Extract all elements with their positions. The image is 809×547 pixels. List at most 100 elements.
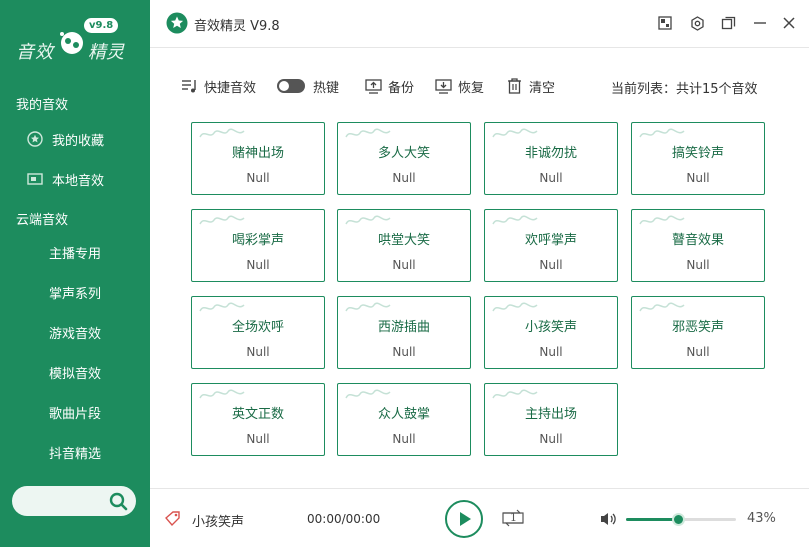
sound-card[interactable]: 小孩笑声 Null bbox=[484, 296, 618, 369]
clear-label: 清空 bbox=[529, 80, 556, 96]
cloud-watermark-icon bbox=[199, 128, 245, 138]
search-icon[interactable] bbox=[108, 491, 128, 511]
sound-hotkey: Null bbox=[246, 345, 270, 359]
cloud-watermark-icon bbox=[492, 128, 538, 138]
sound-hotkey: Null bbox=[539, 432, 563, 446]
playlist-icon bbox=[180, 77, 198, 95]
sound-hotkey: Null bbox=[392, 432, 416, 446]
play-icon bbox=[460, 512, 471, 526]
mini-mode-button[interactable] bbox=[719, 14, 737, 32]
shortcut-sounds-button[interactable]: 快捷音效 bbox=[180, 76, 256, 96]
clear-button[interactable]: 清空 bbox=[505, 76, 555, 96]
sound-name: 英文正数 bbox=[231, 407, 284, 422]
sidebar-item-simulated[interactable]: 模拟音效 bbox=[49, 363, 101, 382]
sidebar-item-local[interactable]: 本地音效 bbox=[0, 161, 150, 197]
sound-card[interactable]: 全场欢呼 Null bbox=[191, 296, 325, 369]
sound-name: 主持出场 bbox=[524, 407, 577, 422]
sound-card[interactable]: 多人大笑 Null bbox=[337, 122, 471, 195]
sidebar-item-favorites[interactable]: 我的收藏 bbox=[0, 121, 150, 157]
sound-hotkey: Null bbox=[539, 258, 563, 272]
cloud-watermark-icon bbox=[492, 302, 538, 312]
sidebar-item-game[interactable]: 游戏音效 bbox=[49, 323, 101, 342]
sound-card[interactable]: 西游插曲 Null bbox=[337, 296, 471, 369]
sound-card[interactable]: 非诚勿扰 Null bbox=[484, 122, 618, 195]
shortcut-sounds-label: 快捷音效 bbox=[204, 80, 257, 96]
sound-card[interactable]: 众人鼓掌 Null bbox=[337, 383, 471, 456]
section-my-sounds: 我的音效 bbox=[16, 98, 69, 113]
star-icon bbox=[26, 130, 44, 148]
sound-name: 邪恶笑声 bbox=[671, 320, 724, 335]
minimize-button[interactable] bbox=[751, 14, 769, 32]
minimize-icon bbox=[754, 22, 766, 24]
logo-mark-icon bbox=[60, 32, 83, 54]
sound-card[interactable]: 邪恶笑声 Null bbox=[631, 296, 765, 369]
sound-hotkey: Null bbox=[392, 171, 416, 185]
app-logo: 音效 精灵 v9.8 bbox=[14, 18, 136, 63]
sidebar-item-streamer[interactable]: 主播专用 bbox=[49, 243, 101, 262]
sound-card[interactable]: 欢呼掌声 Null bbox=[484, 209, 618, 282]
sidebar-item-applause[interactable]: 掌声系列 bbox=[49, 283, 101, 302]
cloud-watermark-icon bbox=[639, 215, 685, 225]
hotkey-toggle[interactable]: 热键 bbox=[277, 76, 339, 96]
section-cloud-sounds: 云端音效 bbox=[16, 213, 69, 228]
sound-card[interactable]: 赌神出场 Null bbox=[191, 122, 325, 195]
cloud-watermark-icon bbox=[199, 215, 245, 225]
backup-button[interactable]: 备份 bbox=[364, 76, 414, 96]
volume-icon[interactable] bbox=[599, 510, 617, 528]
restore-button[interactable]: 恢复 bbox=[434, 76, 484, 96]
sound-name: 搞笑铃声 bbox=[671, 146, 724, 161]
player-bar: 小孩笑声 00:00/00:00 1 43% bbox=[150, 488, 809, 547]
sound-hotkey: Null bbox=[392, 345, 416, 359]
sound-card[interactable]: 主持出场 Null bbox=[484, 383, 618, 456]
sound-hotkey: Null bbox=[686, 258, 710, 272]
cloud-watermark-icon bbox=[199, 389, 245, 399]
cloud-watermark-icon bbox=[199, 302, 245, 312]
restore-label: 恢复 bbox=[458, 80, 485, 96]
sidebar-item-douyin[interactable]: 抖音精选 bbox=[49, 443, 101, 462]
sound-hotkey: Null bbox=[539, 345, 563, 359]
skin-button[interactable] bbox=[656, 14, 674, 32]
settings-button[interactable] bbox=[688, 14, 706, 32]
volume-slider[interactable] bbox=[626, 513, 736, 526]
playback-time: 00:00/00:00 bbox=[307, 512, 381, 526]
sound-name: 哄堂大笑 bbox=[377, 233, 430, 248]
sound-hotkey: Null bbox=[686, 345, 710, 359]
sound-name: 众人鼓掌 bbox=[377, 407, 430, 422]
sound-tag-icon bbox=[165, 511, 180, 527]
sound-card[interactable]: 喝彩掌声 Null bbox=[191, 209, 325, 282]
sound-card[interactable]: 搞笑铃声 Null bbox=[631, 122, 765, 195]
sound-hotkey: Null bbox=[246, 258, 270, 272]
volume-percent: 43% bbox=[747, 511, 776, 526]
sound-hotkey: Null bbox=[686, 171, 710, 185]
loop-mode-button[interactable]: 1 bbox=[500, 506, 526, 530]
sound-card[interactable]: 英文正数 Null bbox=[191, 383, 325, 456]
sound-name: 非诚勿扰 bbox=[524, 146, 577, 161]
cloud-watermark-icon bbox=[492, 389, 538, 399]
cloud-watermark-icon bbox=[345, 389, 391, 399]
hotkey-switch[interactable] bbox=[277, 79, 305, 93]
version-badge: v9.8 bbox=[84, 18, 119, 33]
close-button[interactable] bbox=[780, 14, 798, 32]
sound-card[interactable]: 瞽音效果 Null bbox=[631, 209, 765, 282]
play-button[interactable] bbox=[445, 500, 483, 538]
list-count: 当前列表：共计15个音效 bbox=[611, 82, 758, 97]
sidebar-item-song-clips[interactable]: 歌曲片段 bbox=[49, 403, 101, 422]
search-input[interactable] bbox=[12, 486, 136, 516]
sound-card[interactable]: 哄堂大笑 Null bbox=[337, 209, 471, 282]
sound-hotkey: Null bbox=[246, 432, 270, 446]
cloud-watermark-icon bbox=[639, 128, 685, 138]
sound-name: 多人大笑 bbox=[377, 146, 430, 161]
sidebar-item-label: 本地音效 bbox=[52, 173, 105, 189]
app-icon bbox=[166, 12, 188, 34]
volume-handle[interactable] bbox=[672, 513, 685, 526]
cloud-watermark-icon bbox=[345, 128, 391, 138]
sound-name: 瞽音效果 bbox=[671, 233, 724, 248]
sound-hotkey: Null bbox=[392, 258, 416, 272]
gear-icon bbox=[690, 15, 704, 31]
sound-grid: 赌神出场 Null 多人大笑 Null 非诚勿扰 Null 搞笑铃声 Null … bbox=[191, 122, 771, 462]
cloud-watermark-icon bbox=[345, 302, 391, 312]
cloud-watermark-icon bbox=[345, 215, 391, 225]
current-track-name: 小孩笑声 bbox=[192, 515, 245, 530]
sidebar: 音效 精灵 v9.8 我的音效 我的收藏 本地音效 云端音效 主播专用 掌声系列… bbox=[0, 0, 150, 547]
sound-hotkey: Null bbox=[539, 171, 563, 185]
